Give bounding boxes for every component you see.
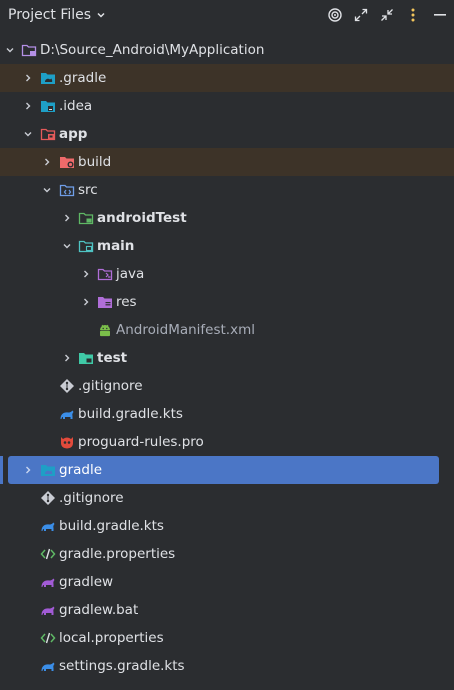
tree-row-build[interactable]: build [0, 148, 454, 176]
chevron-down-icon[interactable] [21, 127, 35, 141]
java-folder-icon [97, 266, 113, 282]
chevron-right-icon[interactable] [40, 155, 54, 169]
tree-row-dot-idea[interactable]: .idea [0, 92, 454, 120]
chevron-right-icon[interactable] [60, 211, 74, 225]
tree-row-androidtest[interactable]: androidTest [0, 204, 454, 232]
tree-row-settings-gradle[interactable]: settings.gradle.kts [0, 652, 454, 680]
tree-label-project-root: D:\Source_Android\MyApplication [40, 42, 265, 58]
git-icon [59, 378, 75, 394]
tree-row-gradlew[interactable]: gradlew [0, 568, 454, 596]
chevron-down-icon [97, 12, 105, 18]
properties-icon [40, 630, 56, 646]
project-view-header: Project Files [0, 0, 454, 30]
tree-row-gradle-folder[interactable]: gradle [8, 456, 439, 484]
gradlew-icon [40, 574, 56, 590]
tree-label-build: build [78, 154, 112, 170]
chevron-right-icon[interactable] [21, 71, 35, 85]
tree-row-app-gitignore[interactable]: .gitignore [0, 372, 454, 400]
properties-icon [40, 546, 56, 562]
tree-label-androidtest: androidTest [97, 210, 187, 226]
chevron-down-icon[interactable] [40, 183, 54, 197]
gradle-elephant-icon [59, 406, 75, 422]
res-folder-icon [97, 294, 113, 310]
tree-row-androidmanifest[interactable]: AndroidManifest.xml [0, 316, 454, 344]
gradle-folder-icon [40, 462, 56, 478]
tree-row-project-root[interactable]: D:\Source_Android\MyApplication [0, 36, 454, 64]
gradlew-icon [40, 602, 56, 618]
chevron-right-icon[interactable] [21, 463, 35, 477]
app-module-folder-icon [40, 126, 56, 142]
tree-label-root-build-gradle: build.gradle.kts [59, 518, 164, 534]
tree-row-main[interactable]: main [0, 232, 454, 260]
tree-row-gradlew-bat[interactable]: gradlew.bat [0, 596, 454, 624]
tree-label-app-gitignore: .gitignore [78, 378, 143, 394]
target-icon[interactable] [322, 4, 348, 26]
git-icon [40, 490, 56, 506]
tree-row-root-build-gradle[interactable]: build.gradle.kts [0, 512, 454, 540]
tree-row-local-properties[interactable]: local.properties [0, 624, 454, 652]
chevron-right-icon[interactable] [79, 267, 93, 281]
tree-label-app-build-gradle: build.gradle.kts [78, 406, 183, 422]
more-options-icon[interactable] [400, 4, 426, 26]
tree-label-dot-gradle: .gradle [59, 70, 107, 86]
source-folder-icon [59, 182, 75, 198]
gradle-elephant-icon [40, 518, 56, 534]
selection-edge-indicator [0, 456, 3, 484]
chevron-down-icon[interactable] [3, 43, 17, 57]
expand-all-icon[interactable] [348, 4, 374, 26]
tree-label-proguard: proguard-rules.pro [78, 434, 204, 450]
tree-row-res[interactable]: res [0, 288, 454, 316]
tree-label-app: app [59, 126, 88, 142]
build-folder-icon [59, 154, 75, 170]
tree-label-local-properties: local.properties [59, 630, 164, 646]
tree-row-dot-gradle[interactable]: .gradle [0, 64, 454, 92]
test-folder-icon [78, 350, 94, 366]
tree-label-gradlew: gradlew [59, 574, 114, 590]
tree-label-dot-idea: .idea [59, 98, 93, 114]
tree-label-root-gitignore: .gitignore [59, 490, 124, 506]
tree-row-app[interactable]: app [0, 120, 454, 148]
tree-row-java[interactable]: java [0, 260, 454, 288]
tree-row-gradle-properties[interactable]: gradle.properties [0, 540, 454, 568]
idea-folder-icon [40, 98, 56, 114]
project-view-title: Project Files [8, 7, 92, 23]
tree-label-main: main [97, 238, 135, 254]
chevron-right-icon[interactable] [21, 99, 35, 113]
tree-label-java: java [116, 266, 145, 282]
tree-label-src: src [78, 182, 98, 198]
android-icon [97, 322, 113, 338]
collapse-all-icon[interactable] [374, 4, 400, 26]
project-view-selector[interactable]: Project Files [8, 7, 107, 23]
tree-label-settings-gradle: settings.gradle.kts [59, 658, 185, 674]
tree-row-root-gitignore[interactable]: .gitignore [0, 484, 454, 512]
tree-label-androidmanifest: AndroidManifest.xml [116, 322, 255, 338]
chevron-down-icon[interactable] [60, 239, 74, 253]
tree-row-app-build-gradle[interactable]: build.gradle.kts [0, 400, 454, 428]
chevron-right-icon[interactable] [60, 351, 74, 365]
tree-row-test[interactable]: test [0, 344, 454, 372]
gradle-folder-icon [40, 70, 56, 86]
tree-row-src[interactable]: src [0, 176, 454, 204]
tree-label-gradle-folder: gradle [59, 462, 103, 478]
main-folder-icon [78, 238, 94, 254]
chevron-right-icon[interactable] [79, 295, 93, 309]
tree-row-proguard[interactable]: proguard-rules.pro [0, 428, 454, 456]
tree-label-gradle-properties: gradle.properties [59, 546, 176, 562]
proguard-icon [59, 434, 75, 450]
gradle-elephant-icon [40, 658, 56, 674]
tree-label-test: test [97, 350, 128, 366]
tree-label-res: res [116, 294, 137, 310]
test-folder-icon [78, 210, 94, 226]
module-folder-icon [21, 42, 37, 58]
minimize-icon[interactable] [426, 4, 454, 26]
tree-label-gradlew-bat: gradlew.bat [59, 602, 139, 618]
